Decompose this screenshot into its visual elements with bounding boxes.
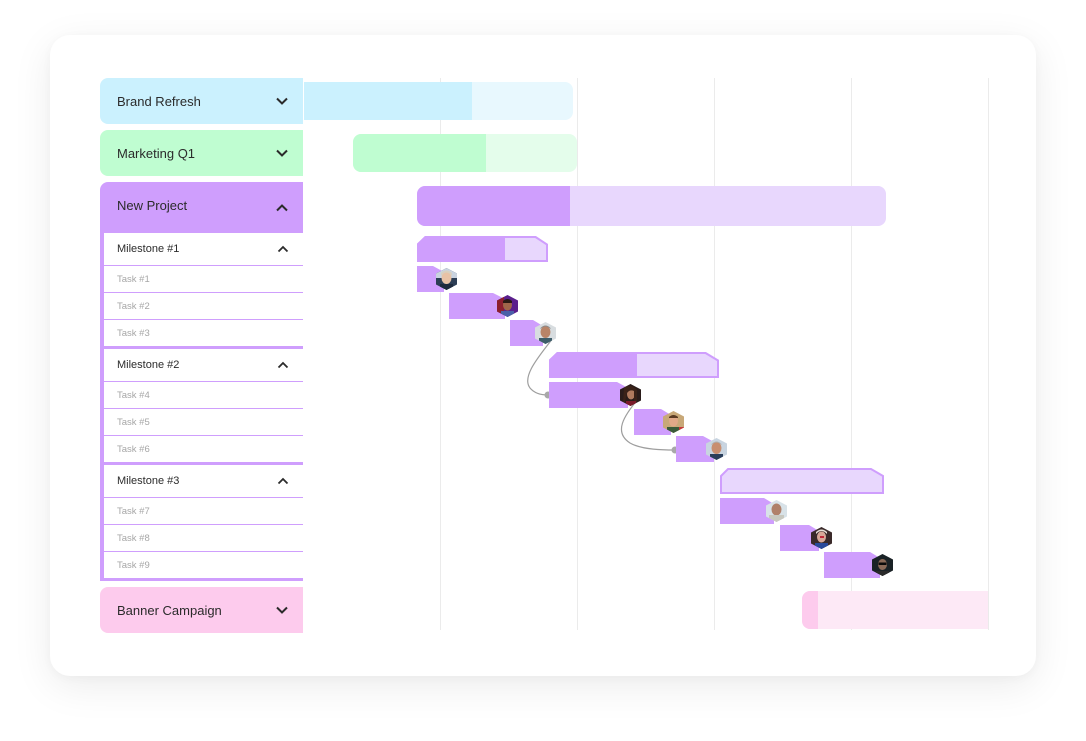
avatar-7[interactable] [766,500,787,522]
chevron-up-icon[interactable] [277,245,289,253]
task-label: Task #1 [117,273,150,285]
task-row[interactable]: Task #9 [104,552,303,578]
milestone-label: Milestone #1 [117,243,180,255]
timeline-gridline [714,78,715,630]
milestone-row-1[interactable]: Milestone #1 [104,233,303,265]
project-row-brand-refresh[interactable]: Brand Refresh [100,78,303,124]
avatar-9[interactable] [872,554,893,576]
chevron-up-icon[interactable] [277,361,289,369]
project-row-new-project[interactable]: New Project [100,182,303,229]
project-row-marketing-q1[interactable]: Marketing Q1 [100,130,303,176]
timeline-gridline [851,78,852,630]
milestone-label: Milestone #2 [117,359,180,371]
avatar-3[interactable] [535,322,556,344]
task-row[interactable]: Task #7 [104,498,303,524]
task-label: Task #9 [117,559,150,571]
task-row[interactable]: Task #1 [104,266,303,292]
project-bar-new-project[interactable] [417,186,886,226]
milestone-label: Milestone #3 [117,475,180,487]
milestone-row-2[interactable]: Milestone #2 [104,349,303,381]
progress-fill [304,82,472,120]
chevron-down-icon[interactable] [275,148,289,158]
task-row[interactable]: Task #2 [104,293,303,319]
chevron-up-icon[interactable] [275,203,289,213]
avatar-8[interactable] [811,527,832,549]
project-row-banner-campaign[interactable]: Banner Campaign [100,587,303,633]
task-row[interactable]: Task #4 [104,382,303,408]
progress-fill [353,134,486,172]
task-row[interactable]: Task #5 [104,409,303,435]
task-label: Task #5 [117,416,150,428]
avatar-5[interactable] [663,411,684,433]
timeline-gridline [988,78,989,630]
milestone-row-3[interactable]: Milestone #3 [104,465,303,497]
chevron-up-icon[interactable] [277,477,289,485]
chevron-down-icon[interactable] [275,605,289,615]
chevron-down-icon[interactable] [275,96,289,106]
progress-fill [417,186,570,226]
avatar-2[interactable] [497,295,518,317]
task-row[interactable]: Task #3 [104,320,303,346]
task-label: Task #3 [117,327,150,339]
avatar-1[interactable] [436,268,457,290]
task-label: Task #6 [117,443,150,455]
task-row[interactable]: Task #6 [104,436,303,462]
progress-fill [802,591,818,629]
task-row[interactable]: Task #8 [104,525,303,551]
timeline-gridline [577,78,578,630]
task-label: Task #4 [117,389,150,401]
project-bar-banner-campaign[interactable] [802,591,988,629]
avatar-6[interactable] [706,438,727,460]
project-bar-brand-refresh[interactable] [304,82,573,120]
task-label: Task #2 [117,300,150,312]
task-label: Task #7 [117,505,150,517]
avatar-4[interactable] [620,384,641,406]
task-label: Task #8 [117,532,150,544]
project-bar-marketing-q1[interactable] [353,134,577,172]
